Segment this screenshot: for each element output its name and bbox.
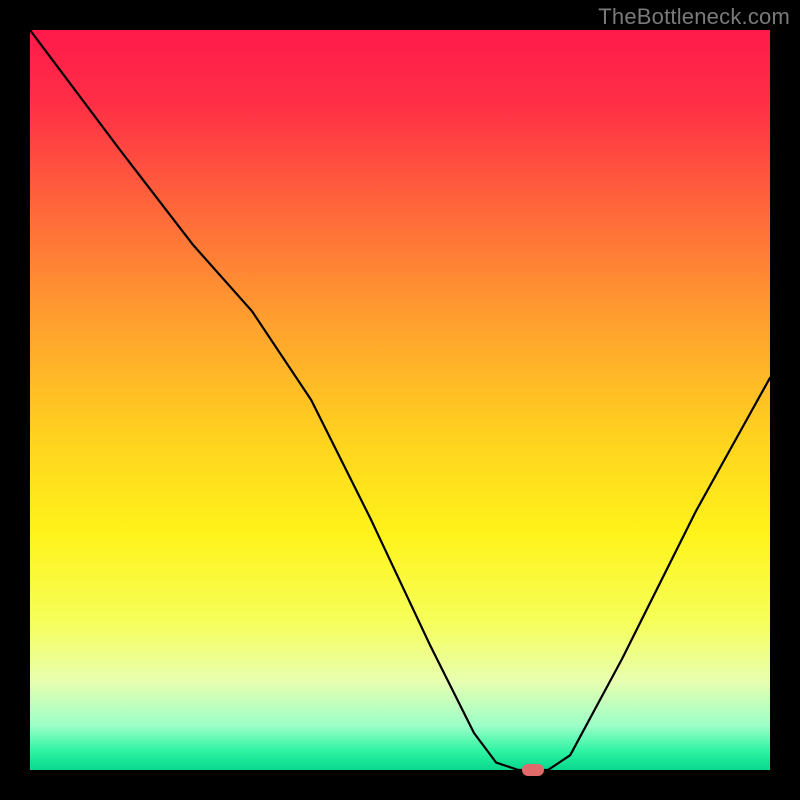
- chart-frame: TheBottleneck.com: [0, 0, 800, 800]
- plot-area: [30, 30, 770, 770]
- watermark-text: TheBottleneck.com: [598, 4, 790, 30]
- optimal-point-marker: [522, 764, 544, 776]
- bottleneck-curve: [30, 30, 770, 770]
